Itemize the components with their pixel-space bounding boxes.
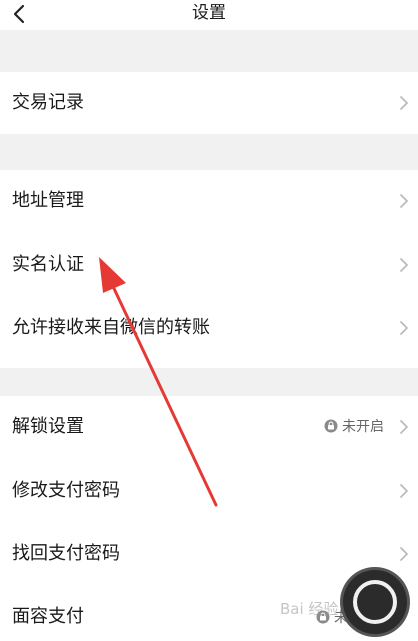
status-text: 未开启 — [324, 418, 384, 436]
status-value: 未开启 — [342, 419, 384, 435]
row-allow-wechat-transfer[interactable]: 允许接收来自微信的转账 — [0, 298, 418, 368]
row-change-pay-password[interactable]: 修改支付密码 — [0, 459, 418, 523]
row-unlock-settings[interactable]: 解锁设置 未开启 — [0, 396, 418, 458]
row-label: 允许接收来自微信的转账 — [12, 317, 210, 338]
row-label: 面容支付 — [12, 606, 84, 627]
row-label: 找回支付密码 — [12, 543, 120, 564]
row-address-management[interactable]: 地址管理 — [0, 170, 418, 232]
watermark: Bai 经验 — [280, 600, 339, 618]
row-real-name-auth[interactable]: 实名认证 — [0, 233, 418, 297]
row-label: 交易记录 — [12, 92, 84, 113]
lock-icon — [324, 419, 338, 433]
chevron-right-icon — [398, 482, 410, 500]
chevron-right-icon — [398, 192, 410, 210]
header-bar: 设置 — [0, 0, 418, 30]
chevron-right-icon — [398, 256, 410, 274]
row-label: 解锁设置 — [12, 416, 84, 437]
row-recover-pay-password[interactable]: 找回支付密码 — [0, 524, 418, 584]
row-transaction-records[interactable]: 交易记录 — [0, 72, 418, 134]
row-label: 实名认证 — [12, 254, 84, 275]
chevron-right-icon — [398, 94, 410, 112]
page-title: 设置 — [192, 3, 226, 23]
chevron-right-icon — [398, 545, 410, 563]
row-label: 地址管理 — [12, 190, 84, 211]
chevron-right-icon — [398, 319, 410, 337]
row-label: 修改支付密码 — [12, 480, 120, 501]
floating-assistive-button[interactable] — [343, 570, 407, 634]
chevron-right-icon — [398, 418, 410, 436]
